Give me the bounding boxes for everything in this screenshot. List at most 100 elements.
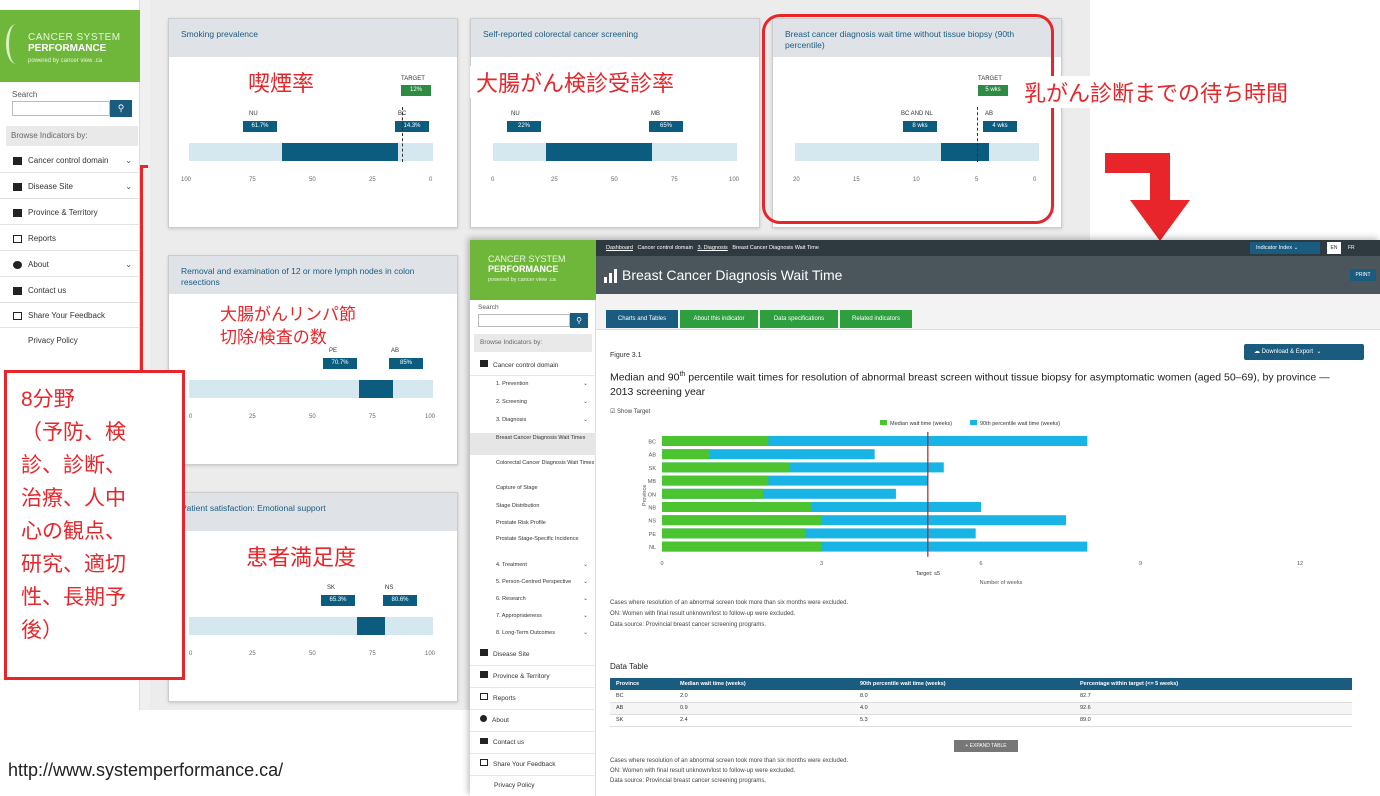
nav-capture-of-stage[interactable]: Capture of Stage [470,485,596,492]
axis-tick: 0 [491,177,495,183]
search-input[interactable] [478,314,570,327]
browse-label: Browse Indicators by: [6,126,138,146]
logo[interactable]: CANCER SYSTEM PERFORMANCE powered by can… [0,10,140,82]
card-colorectal-screening[interactable]: Self-reported colorectal cancer screenin… [470,18,760,228]
lang-fr-button[interactable]: FR [1348,240,1355,256]
cloud-icon: ☁ [1254,349,1260,355]
y-axis-title: Province [642,485,648,506]
tab-data-specifications[interactable]: Data specifications [760,310,838,328]
annotation-breast: 乳がん診断までの待ち時間 [1020,76,1293,108]
sidebar-item-cancer-control-domain[interactable]: Cancer control domain ⌄ [0,148,140,173]
sidebar-item-about[interactable]: About [470,710,596,732]
bar-median-AB [662,449,710,460]
range-track [189,617,433,635]
sidebar-item-privacy[interactable]: Privacy Policy [470,776,596,796]
sidebar-item-reports[interactable]: Reports [0,226,140,251]
logo-line1: CANCER SYSTEM [488,254,566,264]
breadcrumb-diagnosis[interactable]: 3. Diagnosis [697,245,727,251]
breadcrumb-dashboard[interactable]: Dashboard [606,245,633,251]
note-line: Data source: Provincial breast cancer sc… [610,622,767,628]
table-header-row: Province Median wait time (weeks) 90th p… [610,678,1352,690]
domain-treatment[interactable]: 4. Treatment ⌄ [470,562,596,569]
y-tick-label: ON [648,492,656,498]
max-flag: 80.6% [383,595,417,606]
sidebar-item-reports[interactable]: Reports [470,688,596,710]
min-flag: 70.7% [323,358,357,369]
plus-icon: + [965,743,969,749]
card-smoking[interactable]: Smoking prevalence NU 61.7% BC 14.3% TAR… [168,18,458,228]
search-input[interactable] [12,101,110,116]
axis-tick: 50 [309,651,316,657]
table-header[interactable]: Province [610,678,680,690]
print-button[interactable]: PRINT [1350,269,1376,281]
report-icon [13,234,22,243]
table-header[interactable]: Median wait time (weeks) [680,678,860,690]
nav-prostate-stage[interactable]: Prostate Stage-Specific Incidence [470,536,596,543]
nav-breast-wait-times[interactable]: Breast Cancer Diagnosis Wait Times [470,433,596,455]
domain-research[interactable]: 6. Research ⌄ [470,596,596,603]
y-tick-label: NL [649,545,656,551]
sidebar-item-province[interactable]: Province & Territory [470,666,596,688]
annotation-lymph-2: 切除/検査の数 [220,328,327,347]
bar-median-NS [662,515,822,526]
domain-prevention[interactable]: 1. Prevention ⌄ [470,381,596,388]
sidebar-item-contact[interactable]: Contact us [0,278,140,303]
domain-icon [13,156,22,165]
search-icon[interactable]: ⚲ [110,100,132,117]
sidebar-item-province[interactable]: Province & Territory [0,200,140,225]
domain-appropriateness[interactable]: 7. Appropriateness ⌄ [470,613,596,620]
target-line [402,107,403,162]
domains-list: 8分野 （予防、検 診、診断、 治療、人中 心の観点、 研究、適切 性、長期予 … [21,383,126,647]
table-row: AB 0.9 4.0 92.6 [610,702,1352,714]
search-icon[interactable]: ⚲ [570,313,588,328]
download-export-button[interactable]: ☁ Download & Export ⌄ [1244,344,1364,360]
range-bar [282,143,398,161]
sidebar-item-cancer-control-domain[interactable]: Cancer control domain [470,356,596,376]
breadcrumb-bar: Dashboard Cancer control domain 3. Diagn… [596,240,1380,256]
logo-line3: powered by cancer view .ca [488,277,556,283]
show-target-checkbox[interactable]: ☑ Show Target [610,408,650,415]
domain-long-term[interactable]: 8. Long-Term Outcomes ⌄ [470,630,596,637]
tab-charts-and-tables[interactable]: Charts and Tables [606,310,678,328]
nav-colorectal-wait-times[interactable]: Colorectal Cancer Diagnosis Wait Times [470,460,596,467]
tab-about-indicator[interactable]: About this indicator [680,310,758,328]
sidebar-item-contact[interactable]: Contact us [470,732,596,754]
card-patient-satisfaction[interactable]: Patient satisfaction: Emotional support … [168,492,458,702]
sidebar-item-disease-site[interactable]: Disease Site [470,644,596,666]
breadcrumb-domain[interactable]: Cancer control domain [638,245,693,251]
disease-icon [13,182,22,191]
max-flag: 65% [649,121,683,132]
domain-diagnosis[interactable]: 3. Diagnosis ⌄ [470,417,596,424]
target-label: Target: ≤5 [916,571,940,577]
domains-line: 心の観点、 [21,520,126,543]
axis-tick: 0 [189,414,193,420]
domain-screening[interactable]: 2. Screening ⌄ [470,399,596,406]
detail-page: CANCER SYSTEM PERFORMANCE powered by can… [470,240,1380,796]
indicator-index-button[interactable]: Indicator Index ⌄ [1250,242,1320,254]
table-header[interactable]: 90th percentile wait time (weeks) [860,678,1080,690]
sidebar-item-about[interactable]: About ⌄ [0,252,140,277]
tab-related-indicators[interactable]: Related indicators [840,310,912,328]
nav-prostate-risk[interactable]: Prostate Risk Profile [470,520,596,527]
flag-label: SK [327,585,336,591]
nav-stage-distribution[interactable]: Stage Distribution [470,503,596,510]
sidebar-item-feedback[interactable]: Share Your Feedback [470,754,596,776]
annotation-domains-box: 8分野 （予防、検 診、診断、 治療、人中 心の観点、 研究、適切 性、長期予 … [4,370,185,680]
domains-line: 後） [21,619,63,642]
sidebar-item-privacy[interactable]: Privacy Policy [0,328,140,353]
expand-table-button[interactable]: + EXPAND TABLE [954,740,1018,752]
sidebar-item-feedback[interactable]: Share Your Feedback [0,303,140,328]
source-url[interactable]: http://www.systemperformance.ca/ [8,760,283,781]
domains-line: 8分野 [21,388,75,411]
card-lymph-nodes[interactable]: Removal and examination of 12 or more ly… [168,255,458,465]
sidebar-item-disease-site[interactable]: Disease Site ⌄ [0,174,140,199]
x-tick-label: 6 [979,561,982,567]
y-tick-label: SK [649,466,657,472]
axis-tick: 100 [181,177,192,183]
y-tick-label: NS [648,519,656,525]
chevron-down-icon: ⌄ [125,156,132,165]
lang-en-button[interactable]: EN [1327,242,1341,254]
logo[interactable]: CANCER SYSTEM PERFORMANCE powered by can… [470,240,596,300]
domain-person-centred[interactable]: 5. Person-Centred Perspective ⌄ [470,579,596,586]
table-header[interactable]: Percentage within target (<= 5 weeks) [1080,678,1352,690]
